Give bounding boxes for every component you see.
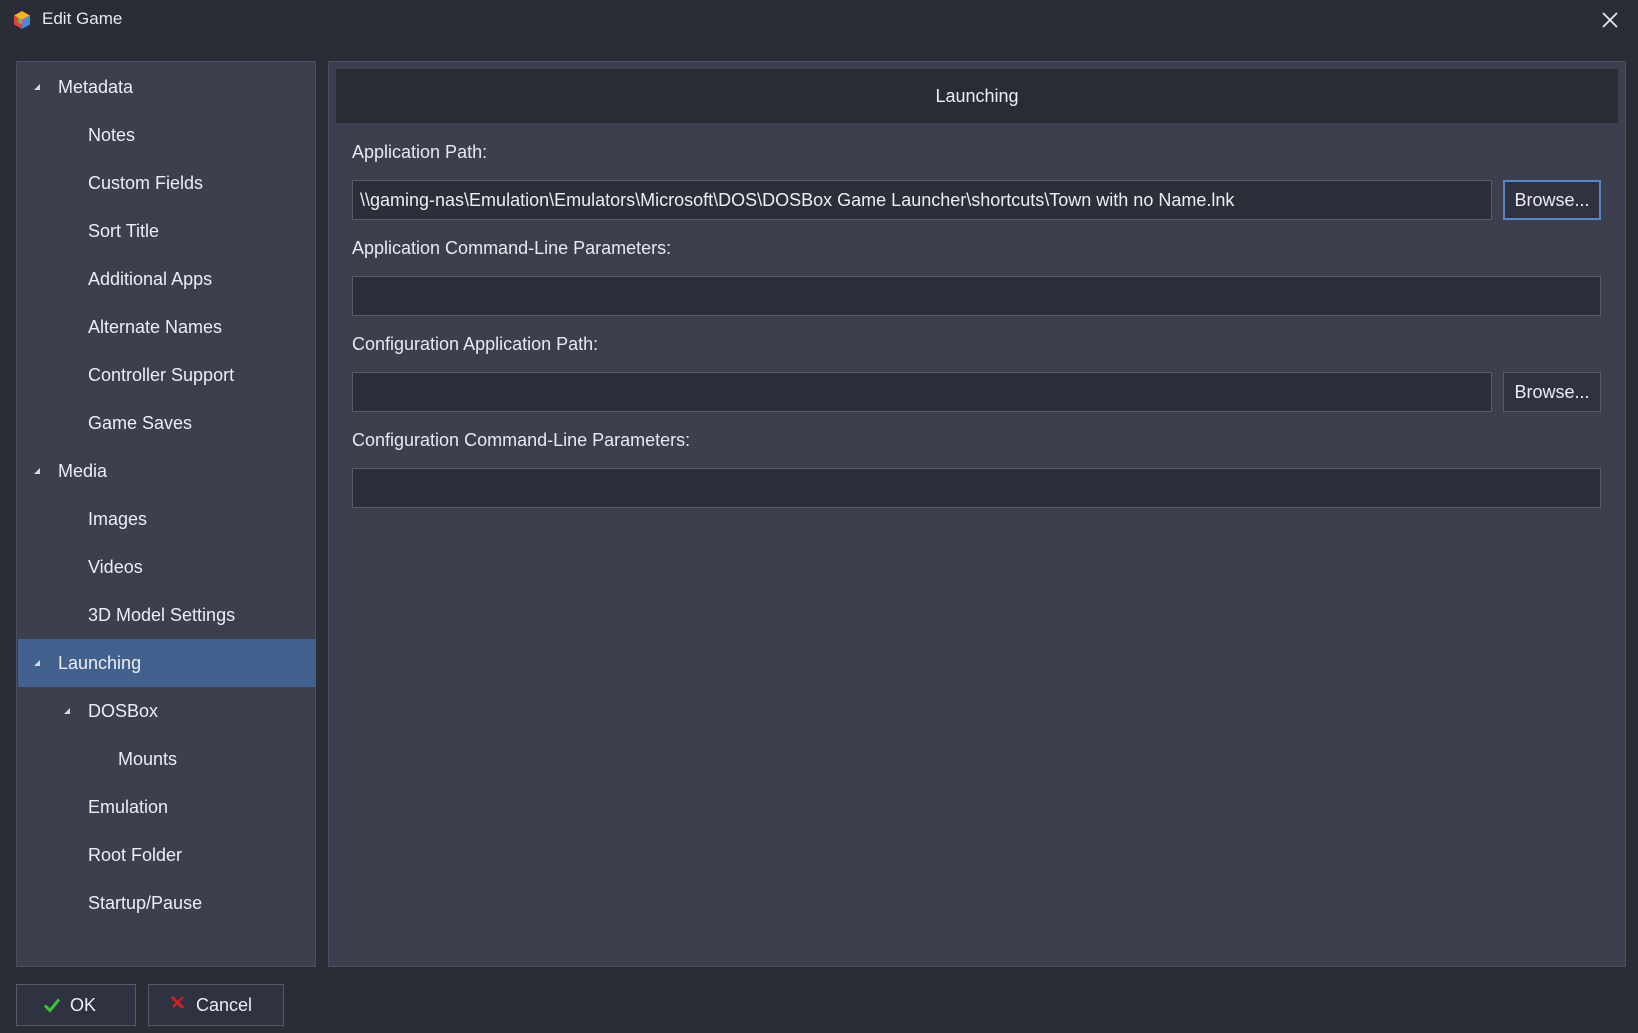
- cancel-button-label: Cancel: [196, 995, 253, 1015]
- application-path-browse-button[interactable]: Browse...: [1503, 180, 1601, 220]
- sidebar-item-metadata[interactable]: Metadata: [18, 63, 316, 111]
- sidebar-item-label: Metadata: [58, 77, 134, 97]
- ok-button[interactable]: OK: [16, 984, 136, 1026]
- window-title: Edit Game: [42, 9, 123, 28]
- sidebar-item-label: Launching: [58, 653, 142, 673]
- sidebar-item-label: Images: [88, 509, 148, 529]
- expand-caret-icon[interactable]: [32, 466, 42, 476]
- sidebar-item-label: DOSBox: [88, 701, 159, 721]
- sidebar-item-sort-title[interactable]: Sort Title: [18, 207, 316, 255]
- section-header: Launching: [336, 69, 1618, 123]
- sidebar-item-label: Controller Support: [88, 365, 235, 385]
- sidebar-item-root-folder[interactable]: Root Folder: [18, 831, 316, 879]
- sidebar-item-label: Notes: [88, 125, 136, 145]
- sidebar-item-videos[interactable]: Videos: [18, 543, 316, 591]
- sidebar-item-label: Emulation: [88, 797, 169, 817]
- expand-caret-icon[interactable]: [62, 706, 72, 716]
- configuration-path-input[interactable]: [352, 372, 1492, 412]
- expand-caret-icon[interactable]: [32, 82, 42, 92]
- application-path-label: Application Path:: [352, 142, 488, 162]
- cancel-button[interactable]: Cancel: [148, 984, 284, 1026]
- app-logo-icon: [14, 11, 30, 29]
- configuration-path-label: Configuration Application Path:: [352, 334, 599, 354]
- sidebar-item-label: Mounts: [118, 749, 178, 769]
- sidebar-item-alternate-names[interactable]: Alternate Names: [18, 303, 316, 351]
- sidebar-item-label: Alternate Names: [88, 317, 223, 337]
- sidebar-item-label: Media: [58, 461, 108, 481]
- checkmark-icon: [43, 998, 61, 1013]
- configuration-path-browse-button[interactable]: Browse...: [1503, 372, 1601, 412]
- sidebar-item-media[interactable]: Media: [18, 447, 316, 495]
- sidebar-item-label: Startup/Pause: [88, 893, 203, 913]
- sidebar-item-3d-model-settings[interactable]: 3D Model Settings: [18, 591, 316, 639]
- sidebar-item-label: Root Folder: [88, 845, 183, 865]
- sidebar-item-label: Game Saves: [88, 413, 193, 433]
- sidebar-item-label: Videos: [88, 557, 143, 577]
- sidebar-item-label: Custom Fields: [88, 173, 204, 193]
- sidebar-item-label: Sort Title: [88, 221, 160, 241]
- sidebar-item-label: Additional Apps: [88, 269, 213, 289]
- sidebar-item-additional-apps[interactable]: Additional Apps: [18, 255, 316, 303]
- sidebar-item-mounts[interactable]: Mounts: [18, 735, 316, 783]
- configuration-params-input[interactable]: [352, 468, 1601, 508]
- sidebar-item-notes[interactable]: Notes: [18, 111, 316, 159]
- sidebar-item-startup-pause[interactable]: Startup/Pause: [18, 879, 316, 927]
- application-path-input[interactable]: \\gaming-nas\Emulation\Emulators\Microso…: [352, 180, 1492, 220]
- ok-button-label: OK: [70, 995, 97, 1015]
- application-params-label: Application Command-Line Parameters:: [352, 238, 672, 258]
- sidebar-item-dosbox[interactable]: DOSBox: [18, 687, 316, 735]
- sidebar-item-images[interactable]: Images: [18, 495, 316, 543]
- sidebar-item-label: 3D Model Settings: [88, 605, 236, 625]
- sidebar-item-custom-fields[interactable]: Custom Fields: [18, 159, 316, 207]
- sidebar-tree: Metadata Notes Custom Fields Sort Title Addi…: [16, 61, 316, 967]
- sidebar-item-controller-support[interactable]: Controller Support: [18, 351, 316, 399]
- sidebar-item-emulation[interactable]: Emulation: [18, 783, 316, 831]
- sidebar-item-game-saves[interactable]: Game Saves: [18, 399, 316, 447]
- close-icon[interactable]: [1598, 8, 1622, 32]
- title-bar: Edit Game: [0, 0, 1638, 40]
- configuration-params-label: Configuration Command-Line Parameters:: [352, 430, 691, 450]
- cancel-x-icon: [170, 995, 185, 1010]
- launching-panel: Launching Application Path: \\gaming-nas…: [328, 61, 1626, 967]
- application-params-input[interactable]: [352, 276, 1601, 316]
- expand-caret-icon[interactable]: [32, 658, 42, 668]
- sidebar-item-launching[interactable]: Launching: [18, 639, 316, 687]
